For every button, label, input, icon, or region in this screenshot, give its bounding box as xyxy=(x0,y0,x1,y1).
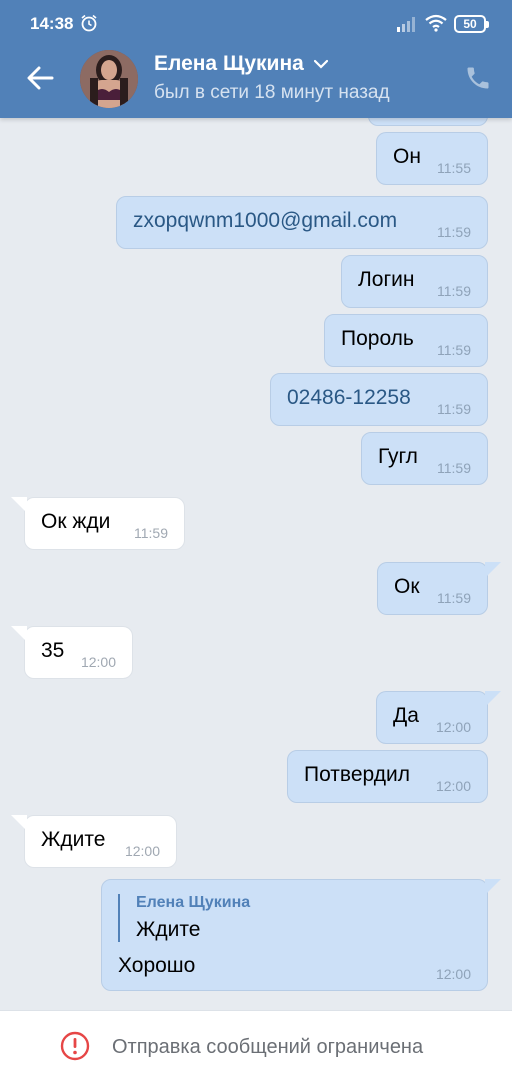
message-time: 11:59 xyxy=(437,460,471,476)
message-text-email-link[interactable]: zxopqwnm1000@gmail.com xyxy=(133,209,397,233)
message-restriction-bar: Отправка сообщений ограничена xyxy=(0,1010,512,1080)
message-text: Потвердил xyxy=(304,763,410,786)
message-time: 12:00 xyxy=(435,719,471,735)
message-text: Пороль xyxy=(341,327,414,350)
message-bubble-incoming[interactable]: Ждите 12:00 xyxy=(11,815,177,868)
message-time: 11:55 xyxy=(437,160,471,176)
message-bubble-outgoing-reply[interactable]: Елена Щукина Ждите Хорошо 12:00 xyxy=(101,879,501,991)
message-text: Хорошо xyxy=(118,954,196,977)
message-bubble-outgoing[interactable]: Гугл 11:59 xyxy=(361,432,488,485)
message-list[interactable]: Он 11:55 zxopqwnm1000@gmail.com 11:59 Ло… xyxy=(0,118,512,1010)
message-time: 11:59 xyxy=(437,590,471,606)
message-text: Да xyxy=(393,704,419,727)
message-bubble-outgoing[interactable]: Пороль 11:59 xyxy=(324,314,488,367)
message-text: Ждите xyxy=(41,828,106,851)
message-text: Он xyxy=(393,145,421,168)
message-bubble-outgoing[interactable]: Логин 11:59 xyxy=(341,255,488,308)
battery-indicator: 50 xyxy=(454,15,489,33)
message-bubble-outgoing[interactable]: Он 11:55 xyxy=(376,132,488,185)
arrow-left-icon xyxy=(27,66,54,90)
bubble-tail xyxy=(485,562,501,578)
bubble-tail xyxy=(11,626,27,642)
message-bubble-outgoing[interactable]: Ок 11:59 xyxy=(377,562,501,615)
message-bubble-outgoing[interactable]: Потвердил 12:00 xyxy=(287,750,488,803)
conversation-title[interactable]: Елена Щукина был в сети 18 минут назад xyxy=(154,52,444,104)
message-time: 11:59 xyxy=(437,283,471,299)
message-text-phone-link[interactable]: 02486-12258 xyxy=(287,386,411,410)
message-bubble-incoming[interactable]: 35 12:00 xyxy=(11,626,133,679)
message-time: 12:00 xyxy=(435,778,471,794)
message-time: 12:00 xyxy=(124,843,160,859)
message-time: 11:59 xyxy=(134,525,168,541)
message-time: 12:00 xyxy=(435,966,471,982)
message-bubble-incoming[interactable]: Ок жди 11:59 xyxy=(11,497,185,550)
avatar-photo xyxy=(80,50,138,108)
chevron-down-icon xyxy=(314,59,329,69)
bubble-tail xyxy=(485,879,501,895)
bubble-tail xyxy=(485,691,501,707)
message-bubble-outgoing[interactable] xyxy=(368,118,488,126)
contact-avatar[interactable] xyxy=(80,50,138,108)
message-text: Логин xyxy=(358,268,415,291)
message-time: 12:00 xyxy=(80,654,116,670)
message-time: 11:59 xyxy=(437,401,471,417)
app-header: 14:38 50 Елена Щукина был в сети 18 мину… xyxy=(0,0,512,118)
reply-quote[interactable]: Елена Щукина Ждите xyxy=(118,894,250,942)
message-text: Гугл xyxy=(378,445,418,468)
signal-icon xyxy=(397,17,415,32)
last-seen-status: был в сети 18 минут назад xyxy=(154,82,390,103)
wifi-icon xyxy=(425,14,447,32)
bubble-tail xyxy=(11,815,27,831)
message-time: 11:59 xyxy=(437,224,471,240)
back-button[interactable] xyxy=(18,56,62,100)
status-bar: 14:38 50 xyxy=(0,0,512,48)
message-bubble-outgoing[interactable]: zxopqwnm1000@gmail.com 11:59 xyxy=(116,196,488,249)
reply-quoted-text: Ждите xyxy=(136,918,201,941)
message-text: 35 xyxy=(41,639,65,662)
contact-name: Елена Щукина xyxy=(154,52,304,75)
bubble-tail xyxy=(11,497,27,513)
phone-icon[interactable] xyxy=(464,64,492,92)
message-bubble-outgoing[interactable]: 02486-12258 11:59 xyxy=(270,373,488,426)
message-bubble-outgoing[interactable]: Да 12:00 xyxy=(376,691,501,744)
message-time: 11:59 xyxy=(437,342,471,358)
reply-author: Елена Щукина xyxy=(136,894,251,911)
status-time: 14:38 xyxy=(30,14,74,33)
restriction-text: Отправка сообщений ограничена xyxy=(112,1036,424,1058)
message-text: Ок жди xyxy=(41,510,111,533)
warning-icon xyxy=(60,1031,90,1061)
message-text: Ок xyxy=(394,575,420,598)
alarm-icon xyxy=(81,14,97,32)
